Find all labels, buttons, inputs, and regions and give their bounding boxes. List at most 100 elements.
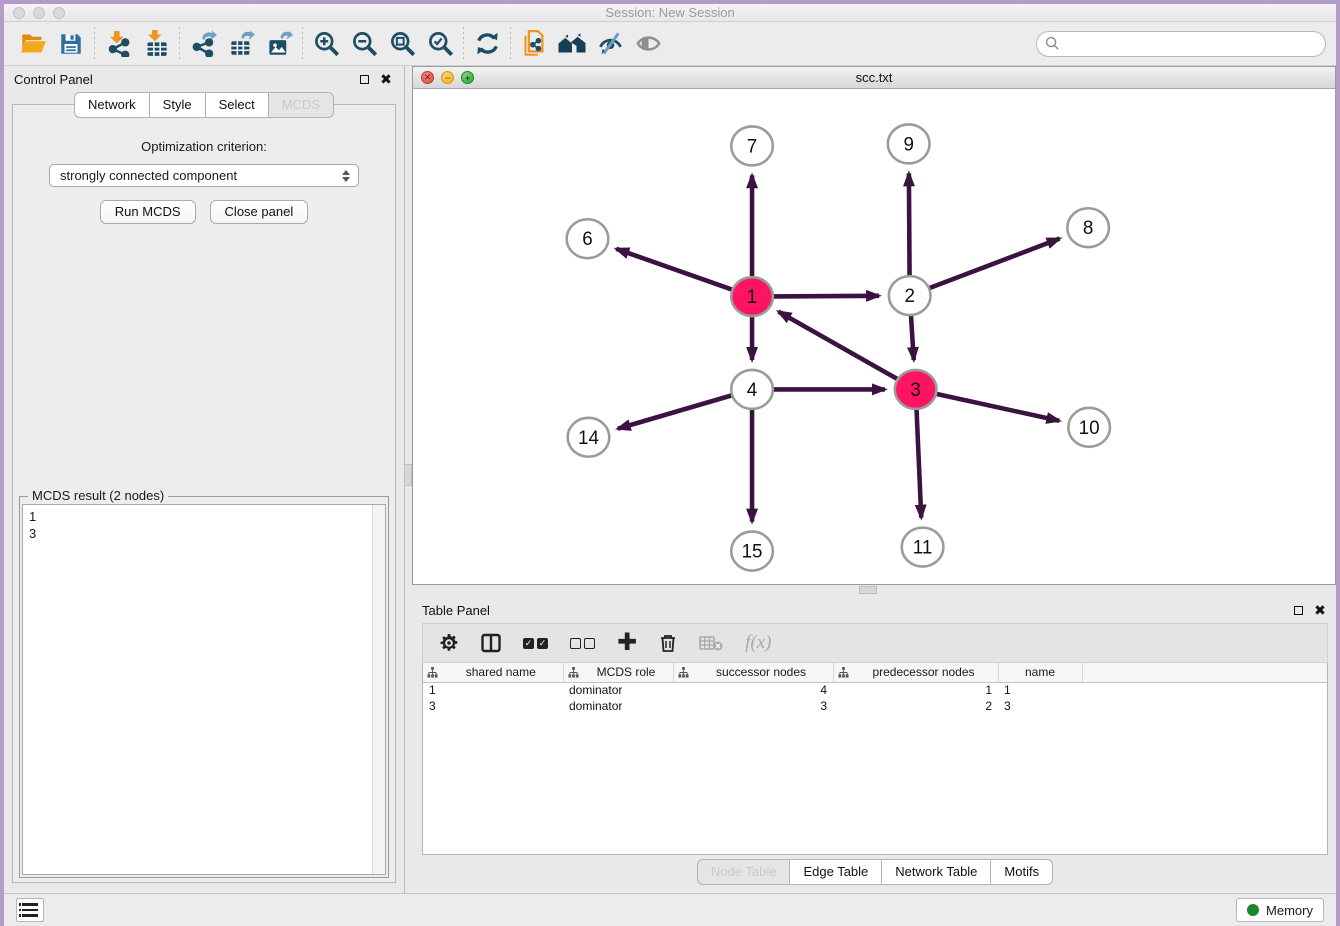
import-table-icon (143, 30, 170, 57)
mcds-result-list[interactable]: 1 3 (23, 505, 372, 874)
close-table-panel-icon[interactable]: ✖ (1312, 602, 1328, 618)
column-header-mcds-role[interactable]: MCDS role (563, 663, 673, 682)
table-row[interactable]: 1 dominator 4 1 1 (423, 682, 1327, 698)
tab-mcds[interactable]: MCDS (268, 92, 334, 118)
hierarchy-icon (427, 667, 438, 678)
horizontal-splitter[interactable] (412, 585, 1336, 597)
list-icon (22, 903, 38, 905)
graph-edge-2-3[interactable] (911, 316, 914, 360)
column-header-name[interactable]: name (998, 663, 1082, 682)
column-header-predecessor-nodes[interactable]: predecessor nodes (833, 663, 998, 682)
float-table-panel-icon[interactable] (1290, 602, 1306, 618)
tab-network-table[interactable]: Network Table (881, 859, 991, 885)
graph-node-14[interactable]: 14 (568, 418, 610, 457)
tab-style[interactable]: Style (149, 92, 206, 118)
table-settings-button[interactable] (439, 633, 459, 653)
tab-motifs[interactable]: Motifs (990, 859, 1053, 885)
tab-select[interactable]: Select (205, 92, 269, 118)
network-window-titlebar[interactable]: ✕ − + scc.txt (413, 67, 1335, 89)
tab-node-table[interactable]: Node Table (697, 859, 791, 885)
deselect-all-button[interactable] (570, 638, 595, 649)
select-all-button[interactable]: ✓✓ (523, 638, 548, 649)
search-field[interactable] (1036, 31, 1326, 57)
new-network-from-selection-button[interactable] (515, 26, 553, 62)
graph-edge-4-14[interactable] (618, 395, 731, 428)
first-neighbors-button[interactable] (553, 26, 591, 62)
graph-edge-3-10[interactable] (937, 394, 1059, 421)
function-builder-button[interactable]: f(x) (745, 632, 771, 654)
create-column-button[interactable]: ✚ (617, 633, 637, 653)
memory-label: Memory (1266, 903, 1313, 918)
tab-edge-table[interactable]: Edge Table (789, 859, 882, 885)
graph-edge-1-6[interactable] (616, 249, 731, 290)
zoom-fit-button[interactable] (383, 26, 421, 62)
graph-edge-3-11[interactable] (917, 410, 922, 518)
mcds-result-box: MCDS result (2 nodes) 1 3 (19, 496, 389, 878)
graph-edge-2-9[interactable] (909, 173, 910, 275)
vertical-splitter[interactable] (404, 66, 412, 893)
svg-text:7: 7 (747, 136, 757, 157)
svg-text:1: 1 (747, 287, 757, 308)
optimization-criterion-select[interactable]: strongly connected component (49, 164, 359, 187)
graph-node-4[interactable]: 4 (731, 370, 773, 409)
toolbar-separator (179, 27, 180, 61)
search-input[interactable] (1066, 36, 1317, 51)
graph-node-2[interactable]: 2 (889, 276, 931, 315)
apply-layout-button[interactable] (468, 26, 506, 62)
export-network-button[interactable] (184, 26, 222, 62)
graph-edge-2-8[interactable] (930, 239, 1060, 288)
mcds-tab-pane: Optimization criterion: strongly connect… (12, 104, 396, 883)
memory-button[interactable]: Memory (1236, 898, 1324, 922)
float-panel-icon[interactable] (356, 71, 372, 87)
show-column-button[interactable] (481, 633, 501, 653)
graph-node-9[interactable]: 9 (888, 124, 930, 163)
splitter-handle[interactable] (859, 586, 877, 594)
import-network-button[interactable] (99, 26, 137, 62)
toolbar-separator (510, 27, 511, 61)
graph-node-11[interactable]: 11 (902, 528, 944, 567)
graph-edge-1-2[interactable] (774, 296, 879, 297)
zoom-out-icon (351, 30, 378, 57)
graph-node-6[interactable]: 6 (567, 219, 609, 258)
splitter-handle[interactable] (404, 464, 412, 486)
table-header-row: shared name MCDS role successor nodes pr… (423, 663, 1327, 682)
result-scrollbar[interactable] (372, 505, 385, 874)
first-neighbors-icon (557, 30, 587, 57)
graph-node-3[interactable]: 3 (895, 370, 937, 409)
memory-status-icon (1247, 904, 1259, 916)
hide-details-button[interactable] (629, 26, 667, 62)
save-session-button[interactable] (52, 26, 90, 62)
graph-node-7[interactable]: 7 (731, 126, 773, 165)
import-table-button[interactable] (137, 26, 175, 62)
export-table-button[interactable] (222, 26, 260, 62)
zoom-out-button[interactable] (345, 26, 383, 62)
tab-network[interactable]: Network (74, 92, 150, 118)
delete-column-button[interactable] (659, 633, 677, 653)
show-graphics-details-button[interactable] (591, 26, 629, 62)
toolbar-separator (463, 27, 464, 61)
graph-node-8[interactable]: 8 (1067, 208, 1109, 247)
network-canvas[interactable]: 7 9 6 8 1 2 4 3 14 10 15 11 (413, 89, 1335, 584)
graph-node-15[interactable]: 15 (731, 532, 773, 571)
close-panel-button[interactable]: Close panel (210, 200, 309, 224)
application-window: Session: New Session (0, 0, 1340, 926)
column-header-shared-name[interactable]: shared name (423, 663, 563, 682)
graph-edge-3-1[interactable] (778, 312, 896, 379)
table-row[interactable]: 3 dominator 3 2 3 (423, 698, 1327, 714)
svg-text:4: 4 (747, 380, 757, 401)
zoom-selected-button[interactable] (421, 26, 459, 62)
export-table-icon (228, 30, 255, 57)
graph-node-1[interactable]: 1 (731, 277, 773, 316)
open-session-button[interactable] (14, 26, 52, 62)
column-header-successor-nodes[interactable]: successor nodes (673, 663, 833, 682)
task-history-button[interactable] (16, 898, 44, 922)
os-titlebar: Session: New Session (4, 0, 1336, 22)
zoom-in-button[interactable] (307, 26, 345, 62)
delete-table-button[interactable] (699, 634, 723, 652)
checkboxes-unchecked-icon (570, 638, 595, 649)
close-panel-icon[interactable]: ✖ (378, 71, 394, 87)
mcds-result-title: MCDS result (2 nodes) (28, 488, 168, 503)
graph-node-10[interactable]: 10 (1068, 408, 1110, 447)
run-mcds-button[interactable]: Run MCDS (100, 200, 196, 224)
export-image-button[interactable] (260, 26, 298, 62)
